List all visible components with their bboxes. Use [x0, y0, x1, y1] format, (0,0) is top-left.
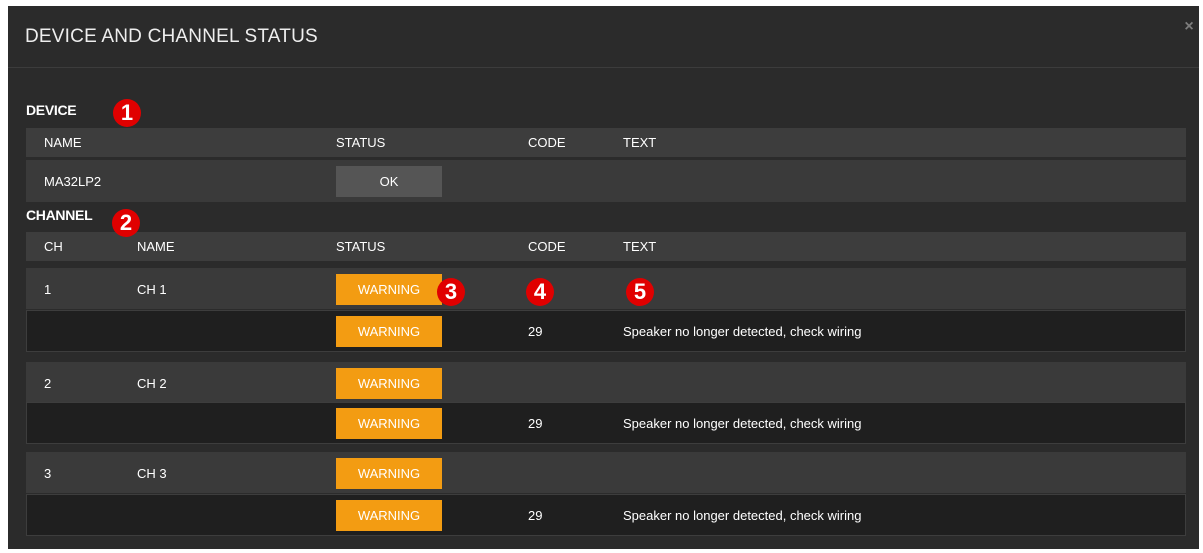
detail-text: Speaker no longer detected, check wiring [623, 508, 862, 523]
col-status: STATUS [336, 239, 386, 254]
detail-status-button[interactable]: WARNING [336, 316, 442, 347]
device-name: MA32LP2 [44, 174, 102, 189]
annotation-marker-1: 1 [113, 99, 141, 127]
device-table-header: NAME STATUS CODE TEXT [26, 128, 1186, 157]
annotation-marker-3: 3 [437, 278, 465, 306]
detail-text: Speaker no longer detected, check wiring [623, 416, 862, 431]
detail-text: Speaker no longer detected, check wiring [623, 324, 862, 339]
col-name: NAME [44, 135, 82, 150]
status-dialog: DEVICE AND CHANNEL STATUS × DEVICE NAME … [8, 6, 1199, 549]
channel-number: 1 [44, 282, 52, 297]
channel-status-button[interactable]: WARNING [336, 274, 442, 305]
channel-status-button[interactable]: WARNING [336, 458, 442, 489]
device-section-label: DEVICE [26, 102, 77, 118]
detail-status-button[interactable]: WARNING [336, 408, 442, 439]
channel-row: 2 CH 2 WARNING [26, 362, 1186, 404]
detail-code: 29 [528, 324, 543, 339]
channel-name: CH 1 [137, 282, 167, 297]
col-text: TEXT [623, 135, 657, 150]
device-status-button[interactable]: OK [336, 166, 442, 197]
channel-name: CH 3 [137, 466, 167, 481]
device-row: MA32LP2 OK [26, 160, 1186, 202]
dialog-header: DEVICE AND CHANNEL STATUS × [8, 6, 1199, 68]
col-ch: CH [44, 239, 63, 254]
channel-detail-row: WARNING 29 Speaker no longer detected, c… [26, 402, 1186, 444]
close-icon[interactable]: × [1181, 19, 1197, 35]
channel-table-header: CH NAME STATUS CODE TEXT [26, 232, 1186, 261]
annotation-marker-4: 4 [526, 278, 554, 306]
detail-status-button[interactable]: WARNING [336, 500, 442, 531]
annotation-marker-2: 2 [112, 209, 140, 237]
annotation-marker-5: 5 [626, 278, 654, 306]
channel-number: 3 [44, 466, 52, 481]
detail-code: 29 [528, 508, 543, 523]
col-status: STATUS [336, 135, 386, 150]
col-code: CODE [528, 239, 566, 254]
channel-number: 2 [44, 376, 52, 391]
channel-section-label: CHANNEL [26, 207, 93, 223]
col-text: TEXT [623, 239, 657, 254]
col-name: NAME [137, 239, 175, 254]
channel-name: CH 2 [137, 376, 167, 391]
dialog-title: DEVICE AND CHANNEL STATUS [25, 26, 318, 47]
channel-row: 3 CH 3 WARNING [26, 452, 1186, 494]
detail-code: 29 [528, 416, 543, 431]
channel-detail-row: WARNING 29 Speaker no longer detected, c… [26, 310, 1186, 352]
channel-status-button[interactable]: WARNING [336, 368, 442, 399]
channel-detail-row: WARNING 29 Speaker no longer detected, c… [26, 494, 1186, 536]
channel-row: 1 CH 1 WARNING [26, 268, 1186, 310]
col-code: CODE [528, 135, 566, 150]
